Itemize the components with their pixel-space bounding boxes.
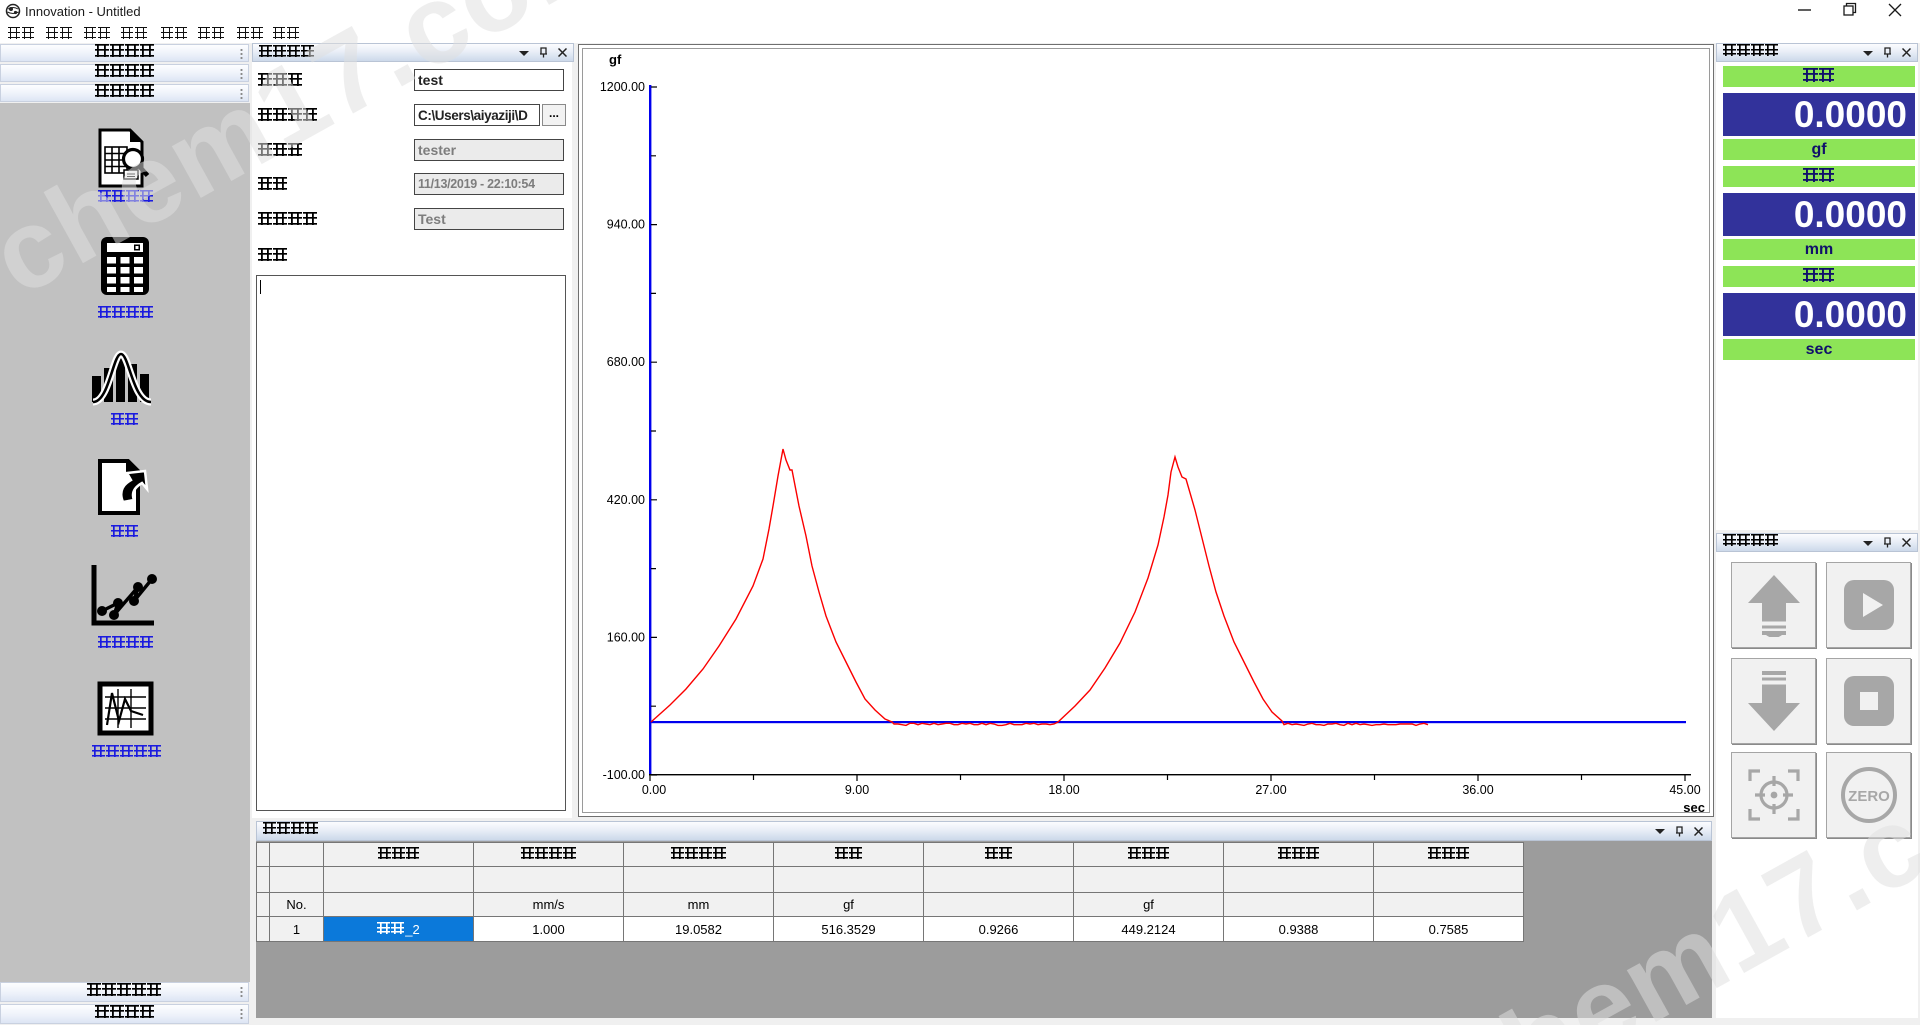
svg-text:27.00: 27.00 bbox=[1255, 783, 1286, 797]
svg-text:-100.00: -100.00 bbox=[603, 768, 645, 782]
svg-text:45.00: 45.00 bbox=[1669, 783, 1700, 797]
svg-text:ZERO: ZERO bbox=[1848, 788, 1890, 805]
svg-text:18.00: 18.00 bbox=[1048, 783, 1079, 797]
svg-text:0.00: 0.00 bbox=[642, 783, 666, 797]
svg-text:36.00: 36.00 bbox=[1462, 783, 1493, 797]
svg-text:680.00: 680.00 bbox=[607, 355, 645, 369]
svg-text:1200.00: 1200.00 bbox=[600, 80, 645, 94]
svg-text:9.00: 9.00 bbox=[845, 783, 869, 797]
svg-text:940.00: 940.00 bbox=[607, 218, 645, 232]
svg-text:420.00: 420.00 bbox=[607, 493, 645, 507]
svg-text:160.00: 160.00 bbox=[607, 630, 645, 644]
svg-text:gf: gf bbox=[609, 52, 622, 67]
svg-text:sec: sec bbox=[1683, 800, 1705, 815]
